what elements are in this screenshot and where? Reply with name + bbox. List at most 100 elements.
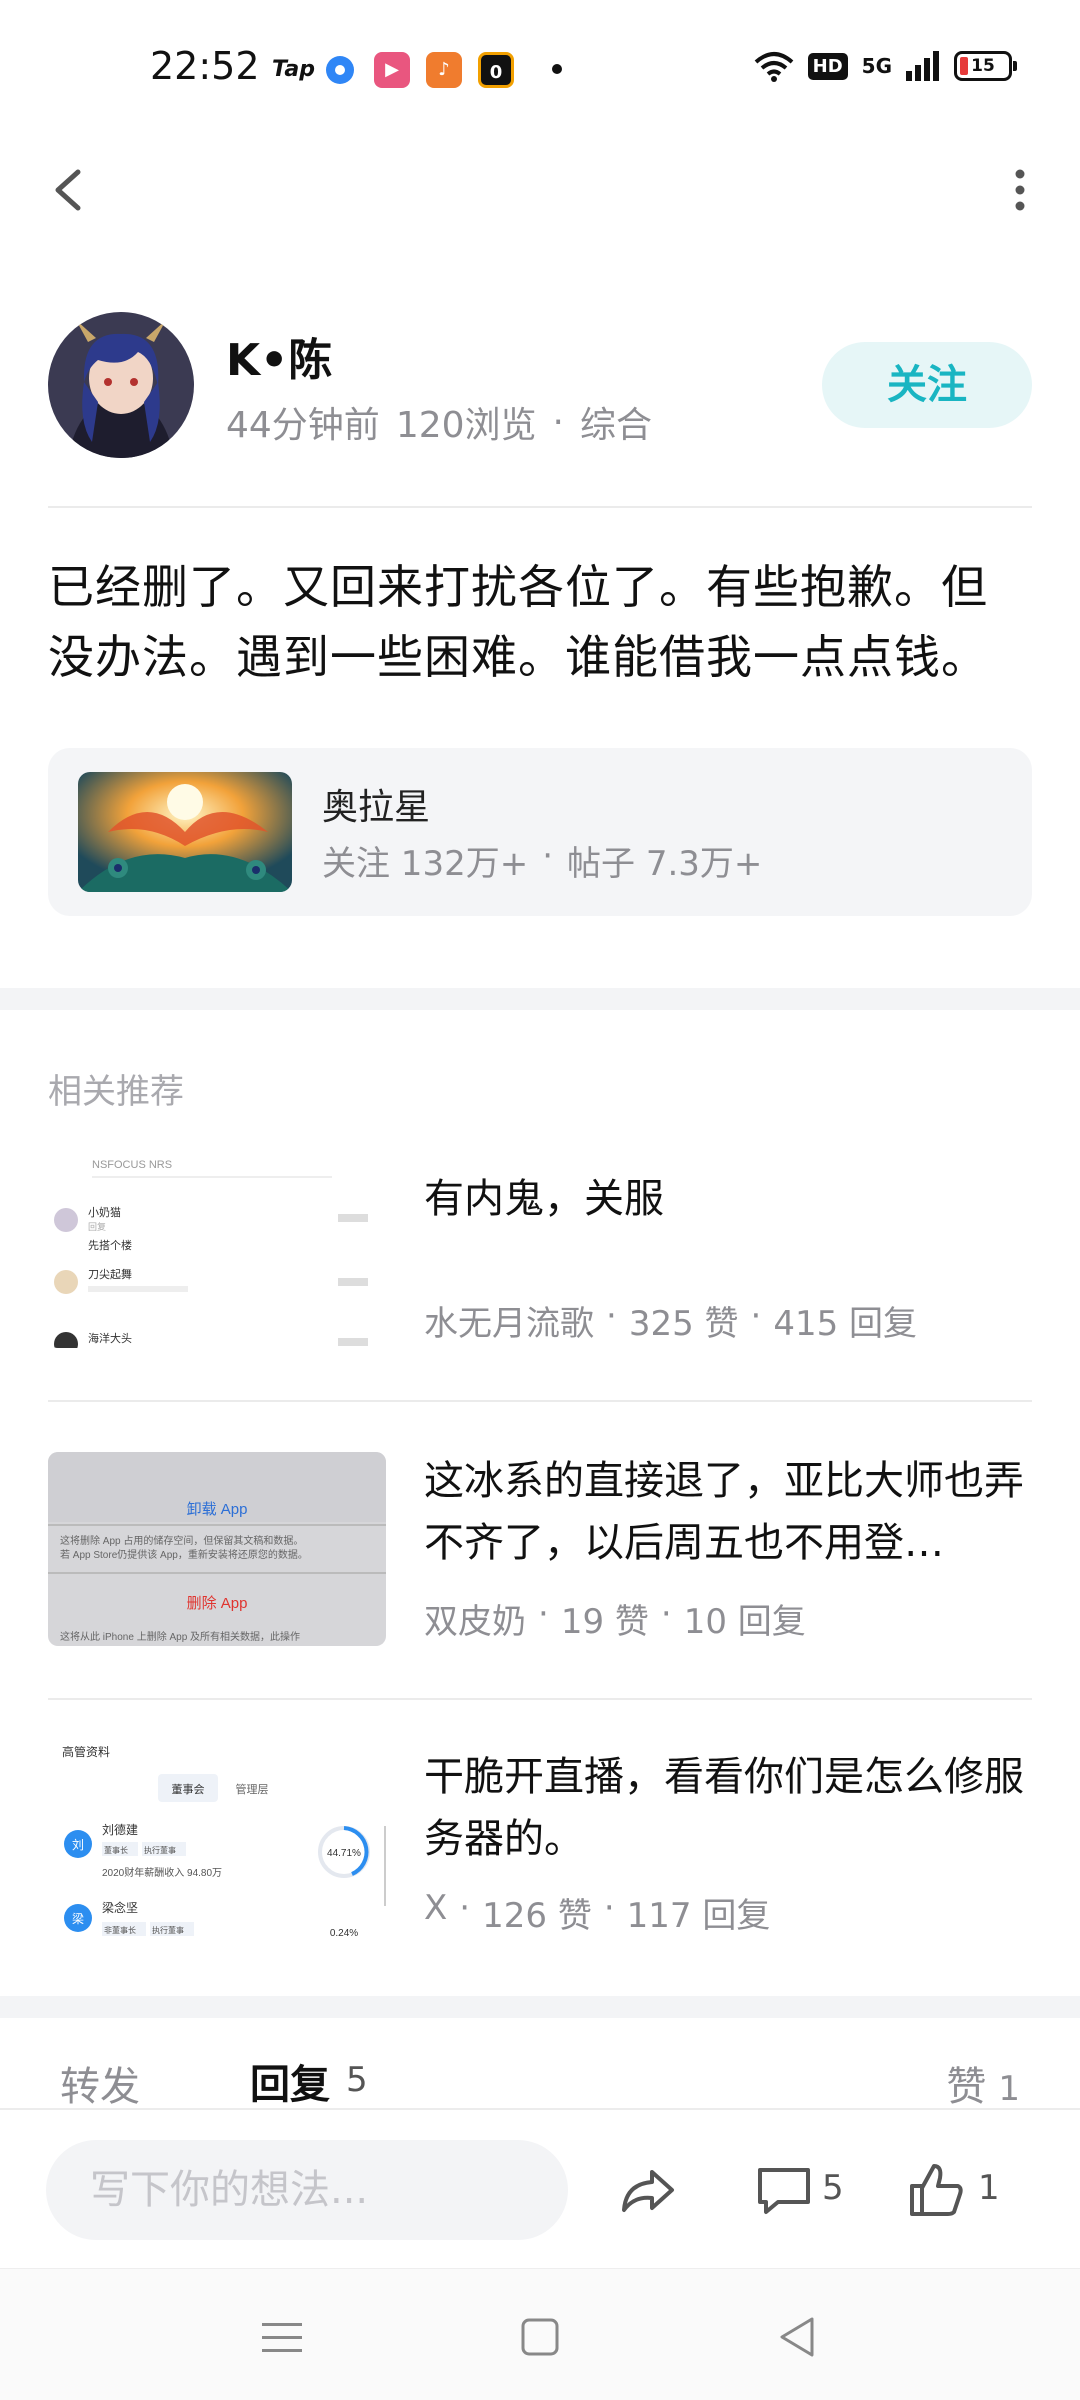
tab-reply[interactable]: 回复	[250, 2052, 330, 2110]
divider	[48, 1400, 1032, 1402]
recommend-thumbnail: 高管资料 董事会 管理层 刘 刘德建 董事长 执行董事 2020财年薪酬收入 9…	[48, 1746, 386, 1940]
recommend-thumbnail: NSFOCUS NRS 小奶猫 回复 先搭个楼 刀尖起舞 海洋大头	[48, 1154, 386, 1348]
recommend-item-likes: 19 赞	[560, 1602, 649, 1642]
tab-like[interactable]: 赞 1	[946, 2054, 1020, 2112]
circle-name: 奥拉星	[322, 787, 431, 828]
wifi-icon	[754, 52, 793, 82]
svg-text:董事长: 董事长	[104, 1845, 128, 1855]
recommend-item-replies: 10 回复	[683, 1602, 806, 1642]
thumbs-up-icon[interactable]	[904, 2158, 968, 2222]
orange-app-icon: ♪	[426, 52, 462, 88]
comment-count: 5	[822, 2168, 844, 2208]
recommend-item-3[interactable]: 高管资料 董事会 管理层 刘 刘德建 董事长 执行董事 2020财年薪酬收入 9…	[48, 1746, 1032, 1978]
svg-text:NSFOCUS NRS: NSFOCUS NRS	[92, 1159, 172, 1171]
svg-text:先搭个楼: 先搭个楼	[88, 1238, 132, 1252]
svg-text:这将从此 iPhone 上删除 App 及所有相关数据，此操: 这将从此 iPhone 上删除 App 及所有相关数据，此操作	[60, 1630, 300, 1643]
chevron-left-icon	[55, 169, 81, 211]
status-time: 22:52	[150, 44, 260, 88]
section-gap	[0, 1996, 1080, 2018]
black-app-icon: 0	[478, 52, 514, 88]
tab-like-label: 赞	[946, 2064, 987, 2110]
recommend-item-likes: 325 赞	[628, 1304, 739, 1344]
svg-text:非董事长: 非董事长	[104, 1925, 136, 1935]
comment-input[interactable]: 写下你的想法...	[46, 2140, 568, 2240]
divider	[48, 1698, 1032, 1700]
svg-text:董事会: 董事会	[172, 1783, 205, 1796]
author-avatar[interactable]	[48, 312, 194, 458]
circle-card[interactable]: 奥拉星 关注 132万+ · 帖子 7.3万+	[48, 748, 1032, 916]
recommend-item-author: X	[424, 1888, 448, 1928]
circle-cover-image	[78, 772, 292, 892]
svg-text:44.71%: 44.71%	[327, 1848, 361, 1859]
svg-text:回复: 回复	[88, 1221, 106, 1232]
recommend-thumbnail: 卸载 App 这将删除 App 占用的储存空间，但保留其文稿和数据。 若 App…	[48, 1452, 386, 1646]
network-type: 5G	[861, 54, 892, 78]
svg-text:删除 App: 删除 App	[187, 1595, 248, 1612]
status-indicators: HD 5G 15	[754, 50, 1017, 82]
divider	[48, 506, 1032, 508]
meta-separator: ·	[552, 401, 564, 443]
signal-icon	[906, 51, 939, 81]
menu-icon[interactable]	[254, 2309, 310, 2365]
post-meta: 44分钟前 120浏览 · 综合	[226, 396, 652, 448]
tab-reply-count: 5	[346, 2060, 368, 2100]
recommend-item-author: 双皮奶	[424, 1602, 526, 1642]
svg-text:刘: 刘	[72, 1838, 84, 1852]
svg-text:刘德建: 刘德建	[102, 1822, 138, 1837]
hd-icon: HD	[807, 52, 848, 80]
svg-text:卸载 App: 卸载 App	[187, 1501, 248, 1518]
back-nav-icon[interactable]	[770, 2309, 826, 2365]
recommend-item-title: 这冰系的直接退了，亚比大师也弄不齐了，以后周五也不用登…	[424, 1458, 1024, 1566]
recommend-item-meta: 双皮奶 · 19 赞 · 10 回复	[424, 1594, 806, 1642]
follow-button[interactable]: 关注	[822, 342, 1032, 428]
svg-text:梁: 梁	[72, 1911, 84, 1926]
recommend-item-meta: X · 126 赞 · 117 回复	[424, 1888, 771, 1936]
recommend-item-likes: 126 赞	[482, 1896, 592, 1936]
author-name[interactable]: K•陈	[226, 324, 332, 388]
svg-text:这将删除 App 占用的储存空间，但保留其文稿和数据。: 这将删除 App 占用的储存空间，但保留其文稿和数据。	[60, 1534, 303, 1547]
battery-icon: 15	[954, 51, 1017, 81]
post-time: 44分钟前	[226, 405, 380, 446]
meta-separator: ·	[542, 836, 554, 876]
post-body: 已经删了。又回来打扰各位了。有些抱歉。但没办法。遇到一些困难。谁能借我一点点钱。	[48, 560, 988, 684]
recommend-item-1[interactable]: NSFOCUS NRS 小奶猫 回复 先搭个楼 刀尖起舞 海洋大头 有内鬼，关服…	[48, 1154, 1032, 1386]
svg-text:海洋大头: 海洋大头	[88, 1331, 132, 1345]
recommend-section-title: 相关推荐	[48, 1072, 184, 1112]
svg-text:高管资料: 高管资料	[62, 1746, 110, 1759]
svg-text:小奶猫: 小奶猫	[88, 1205, 121, 1219]
status-bar: 22:52 Tap ▶ ♪ 0 HD 5G 15	[0, 0, 1080, 140]
recommend-item-2[interactable]: 卸载 App 这将删除 App 占用的储存空间，但保留其文稿和数据。 若 App…	[48, 1452, 1032, 1684]
post-category[interactable]: 综合	[580, 396, 652, 448]
system-nav-bar	[0, 2268, 1080, 2400]
share-arrow-icon[interactable]	[616, 2158, 680, 2222]
svg-text:2020财年薪酬收入 94.80万: 2020财年薪酬收入 94.80万	[102, 1866, 222, 1879]
recommend-item-title: 干脆开直播，看看你们是怎么修服务器的。	[424, 1754, 1024, 1862]
recommend-item-author: 水无月流歌	[424, 1304, 594, 1344]
svg-text:0.24%: 0.24%	[330, 1928, 358, 1939]
svg-text:梁念坚: 梁念坚	[102, 1900, 138, 1915]
bottom-action-bar: 写下你的想法... 5 1	[0, 2108, 1080, 2268]
more-vertical-icon	[1015, 169, 1025, 211]
post-views: 120浏览	[395, 405, 537, 446]
tab-share[interactable]: 转发	[60, 2054, 140, 2112]
tab-like-count: 1	[998, 2069, 1020, 2109]
svg-text:执行董事: 执行董事	[144, 1845, 176, 1855]
svg-text:执行董事: 执行董事	[152, 1925, 184, 1935]
recommend-item-replies: 415 回复	[773, 1304, 918, 1344]
home-icon[interactable]	[512, 2309, 568, 2365]
tap-app-icon: Tap	[272, 57, 315, 82]
recommend-item-title: 有内鬼，关服	[424, 1176, 664, 1222]
circle-stats: 关注 132万+ · 帖子 7.3万+	[322, 836, 762, 885]
recommend-item-meta: 水无月流歌 · 325 赞 · 415 回复	[424, 1296, 918, 1344]
recommend-item-replies: 117 回复	[626, 1896, 771, 1936]
blue-app-icon	[326, 56, 354, 84]
more-button[interactable]	[990, 160, 1050, 220]
section-gap	[0, 988, 1080, 1010]
back-button[interactable]	[40, 160, 100, 220]
pink-app-icon: ▶	[374, 52, 410, 88]
circle-posts: 帖子 7.3万+	[567, 844, 763, 884]
like-count: 1	[978, 2168, 1000, 2208]
svg-text:刀尖起舞: 刀尖起舞	[88, 1268, 132, 1281]
svg-text:管理层: 管理层	[236, 1782, 269, 1796]
comment-icon[interactable]	[752, 2158, 816, 2222]
